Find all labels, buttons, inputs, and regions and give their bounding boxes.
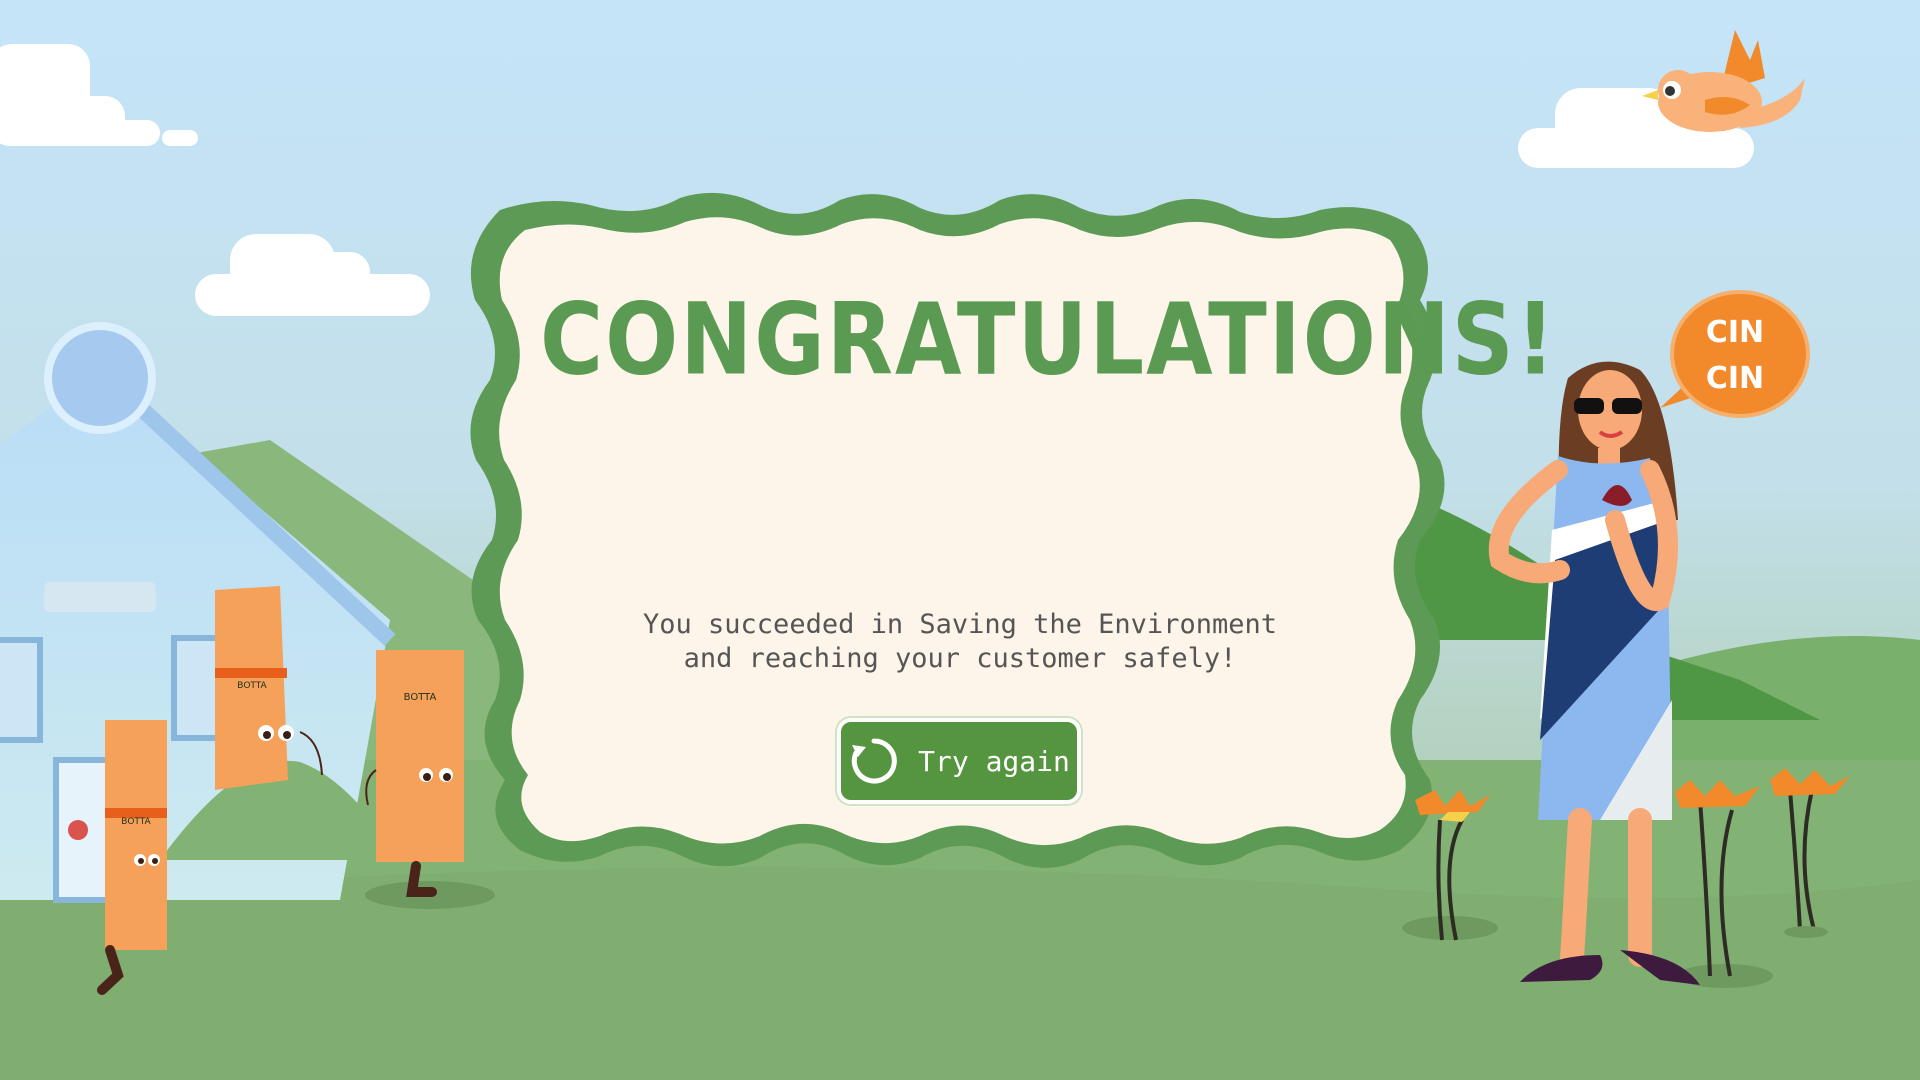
speech-line-1: CIN bbox=[1705, 315, 1765, 350]
speech-bubble-text: CIN CIN bbox=[1680, 310, 1790, 402]
box-brand: BOTTA bbox=[237, 681, 267, 691]
try-again-label: Try again bbox=[918, 744, 1070, 778]
game-scene: BOTTA BOTTA BOTTA bbox=[0, 0, 1920, 1080]
character-box: BOTTA bbox=[97, 720, 167, 995]
refresh-icon bbox=[851, 738, 897, 784]
success-message: You succeeded in Saving the Environment … bbox=[643, 609, 1277, 674]
congratulations-title: CONGRATULATIONS! bbox=[540, 282, 1557, 398]
box-brand: BOTTA bbox=[404, 692, 437, 703]
try-again-button[interactable]: Try again bbox=[837, 718, 1081, 804]
box-brand: BOTTA bbox=[121, 817, 151, 827]
speech-line-2: CIN bbox=[1705, 361, 1765, 396]
